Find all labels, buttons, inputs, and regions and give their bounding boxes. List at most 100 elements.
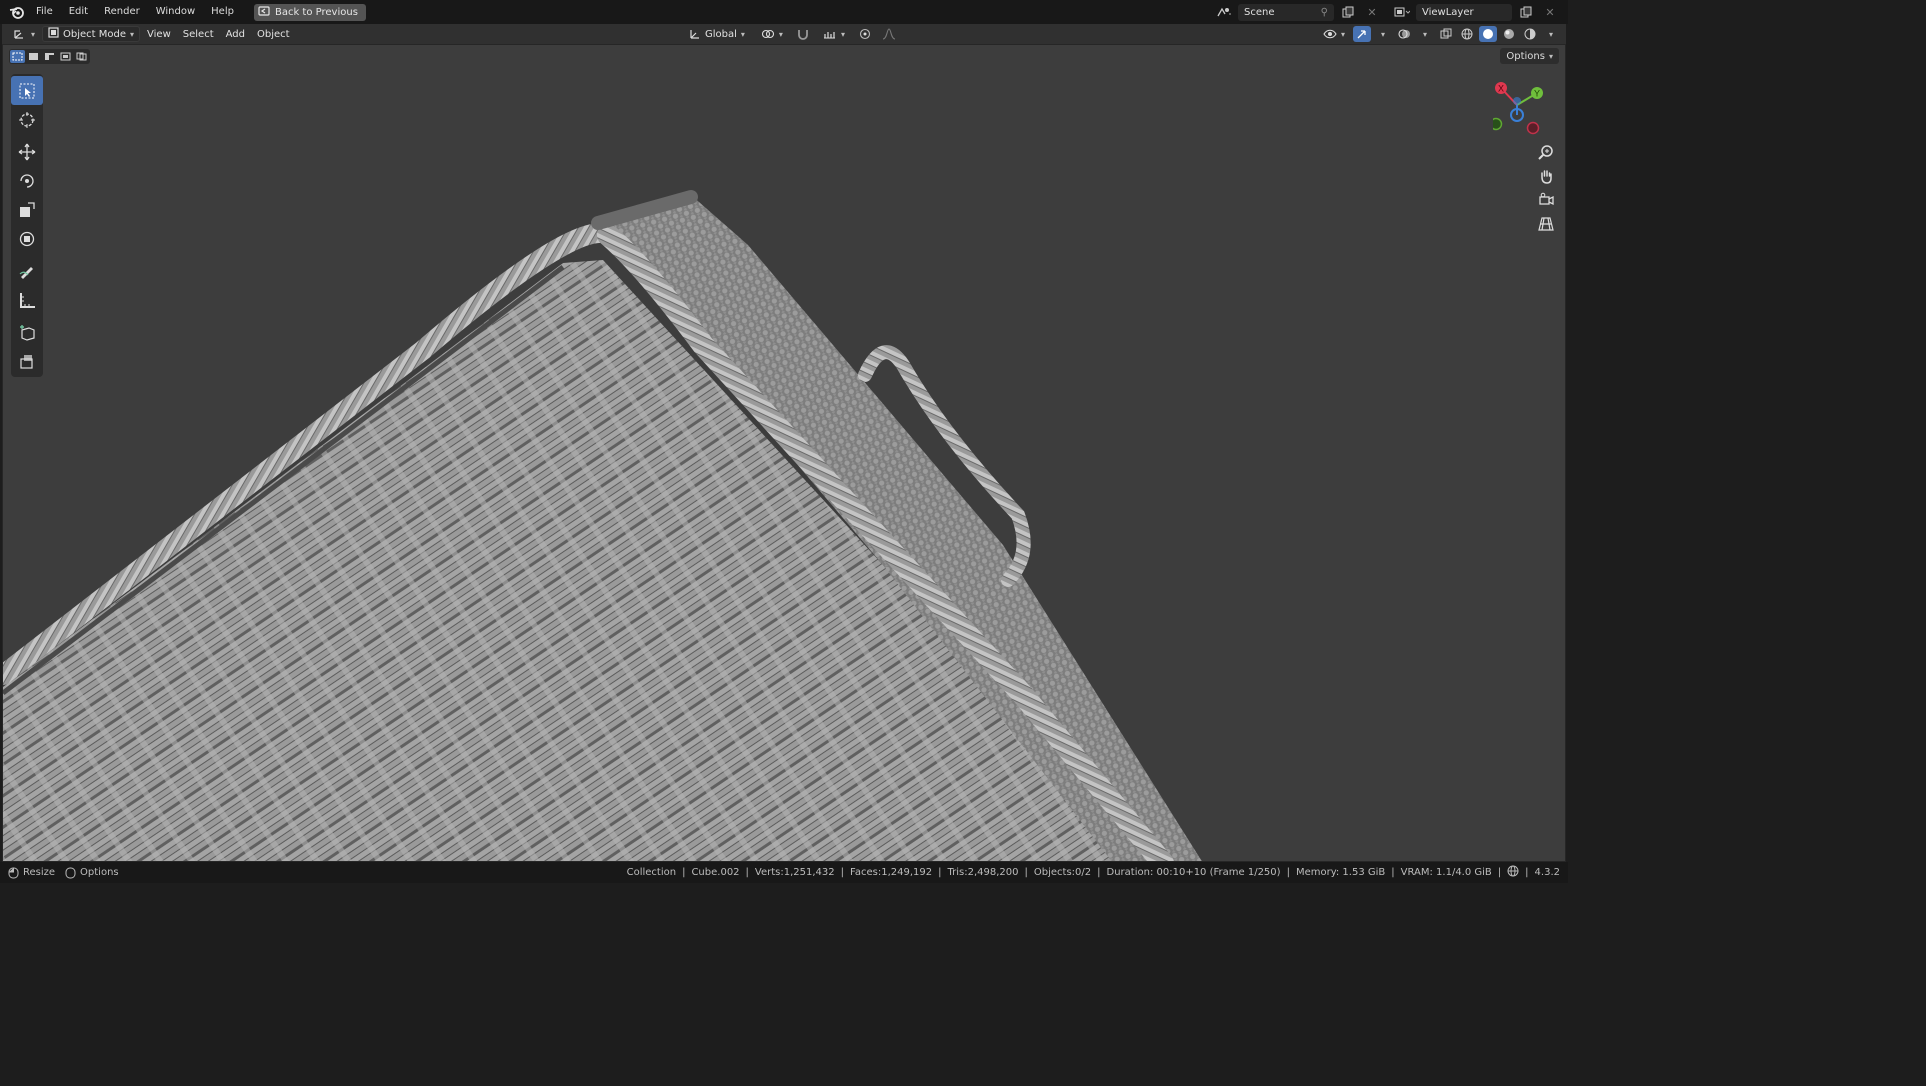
shading-rendered-button[interactable] (1521, 26, 1539, 42)
top-menubar: File Edit Render Window Help Back to Pre… (0, 0, 1568, 24)
transform-orientation-dropdown[interactable]: Global ▾ (684, 26, 750, 42)
stat-version: 4.3.2 (1534, 867, 1560, 878)
rotate-tool[interactable] (11, 166, 43, 195)
pan-button[interactable] (1535, 165, 1557, 187)
shading-material-button[interactable] (1500, 26, 1518, 42)
pin-icon[interactable]: ⚲ (1321, 7, 1328, 18)
camera-view-button[interactable] (1535, 189, 1557, 211)
mouse-right-icon (65, 867, 76, 878)
new-scene-icon[interactable] (1338, 4, 1358, 21)
cursor-icon (19, 111, 35, 128)
shading-dropdown[interactable]: ▾ (1542, 26, 1560, 42)
pivot-point-dropdown[interactable]: ▾ (756, 26, 788, 42)
select-invert-icon[interactable] (58, 50, 73, 63)
navigation-gizmo[interactable]: X Y (1493, 75, 1555, 137)
menu-window[interactable]: Window (148, 0, 203, 24)
blender-logo-icon[interactable] (6, 0, 28, 24)
menu-file[interactable]: File (28, 0, 61, 24)
zoom-button[interactable] (1535, 141, 1557, 163)
3d-viewport-icon (14, 30, 23, 39)
tool-shelf (11, 74, 43, 377)
magnet-icon (798, 30, 808, 40)
chevron-down-icon: ▾ (1422, 29, 1427, 39)
status-resize-hint: Resize (8, 867, 55, 879)
transform-icon (19, 231, 35, 246)
move-tool[interactable] (11, 137, 43, 166)
stat-faces: Faces:1,249,192 (850, 867, 933, 878)
pivot-point-icon (761, 29, 774, 39)
shading-solid-button[interactable] (1479, 26, 1497, 42)
object-mode-dropdown[interactable]: Object Mode ▾ (42, 26, 141, 42)
measure-tool[interactable] (11, 285, 43, 314)
chevron-down-icon: ▾ (840, 29, 845, 39)
select-box-icon (19, 83, 35, 98)
camera-icon (1539, 192, 1554, 206)
menu-render[interactable]: Render (96, 0, 148, 24)
menu-object[interactable]: Object (252, 26, 295, 42)
select-box-tool[interactable] (11, 76, 43, 105)
add-cube-tool[interactable] (11, 317, 43, 346)
editor-type-dropdown[interactable]: ▾ (8, 26, 40, 42)
screen-back-icon (258, 5, 270, 19)
show-gizmo-toggle[interactable] (1353, 26, 1371, 42)
status-options-label: Options (80, 867, 119, 878)
show-overlays-toggle[interactable] (1395, 26, 1413, 42)
menu-help[interactable]: Help (203, 0, 242, 24)
select-intersect-icon[interactable] (74, 50, 89, 63)
annotate-tool[interactable] (11, 256, 43, 285)
menu-add[interactable]: Add (221, 26, 250, 42)
select-extend-icon[interactable] (26, 50, 41, 63)
menu-view[interactable]: View (142, 26, 176, 42)
scene-selector-icon[interactable] (1214, 4, 1234, 21)
select-new-icon[interactable] (10, 50, 25, 63)
stat-verts: Verts:1,251,432 (754, 867, 835, 878)
cursor-tool[interactable] (11, 105, 43, 134)
select-subtract-icon[interactable] (42, 50, 57, 63)
status-resize-label: Resize (23, 867, 56, 878)
3d-viewport[interactable]: Options ▾ X Y (2, 44, 1566, 862)
blender-window: File Edit Render Window Help Back to Pre… (0, 0, 1568, 883)
viewlayer-selector-icon[interactable] (1392, 4, 1412, 21)
wicker-basket-mesh (3, 190, 1202, 861)
perspective-toggle-button[interactable] (1535, 213, 1557, 235)
back-to-previous-button[interactable]: Back to Previous (253, 3, 366, 21)
falloff-curve-icon (882, 28, 896, 40)
viewlayer-field[interactable]: ViewLayer (1416, 3, 1512, 21)
chevron-down-icon: ▾ (1548, 29, 1553, 39)
gizmo-neg-y-axis[interactable] (1493, 117, 1503, 131)
menu-select[interactable]: Select (178, 26, 219, 42)
overlays-dropdown[interactable]: ▾ (1416, 26, 1434, 42)
chevron-down-icon: ▾ (1380, 29, 1385, 39)
xray-toggle[interactable] (1437, 26, 1455, 42)
gizmo-dropdown[interactable]: ▾ (1374, 26, 1392, 42)
object-mode-icon (48, 27, 59, 41)
chevron-down-icon: ▾ (1340, 29, 1345, 39)
stat-objects: Objects:0/2 (1033, 867, 1092, 878)
snap-target-dropdown[interactable]: ▾ (818, 26, 850, 42)
transform-tool[interactable] (11, 224, 43, 253)
scene-field[interactable]: Scene ⚲ (1238, 3, 1334, 21)
scene-statistics: Collection | Cube.002 | Verts:1,251,432 | F… (626, 865, 1560, 878)
new-viewlayer-icon[interactable] (1516, 4, 1536, 21)
scene-name: Scene (1244, 6, 1275, 18)
transform-orientation-label: Global (705, 28, 737, 40)
chevron-down-icon: ▾ (1548, 51, 1553, 61)
snap-increment-icon (823, 32, 835, 39)
extrude-tool[interactable] (11, 346, 43, 375)
gizmo-neg-x-axis[interactable] (1526, 121, 1540, 135)
proportional-edit-icon (859, 28, 871, 40)
chevron-down-icon: ▾ (778, 29, 783, 39)
scale-tool[interactable] (11, 195, 43, 224)
delete-scene-icon[interactable]: ✕ (1362, 4, 1382, 21)
measure-ruler-icon (20, 292, 35, 308)
shading-wireframe-button[interactable] (1458, 26, 1476, 42)
back-to-previous-label: Back to Previous (274, 6, 358, 18)
stat-vram: VRAM: 1.1/4.0 GiB (1400, 867, 1492, 878)
delete-viewlayer-icon[interactable]: ✕ (1540, 4, 1560, 21)
proportional-editing-toggle[interactable] (856, 26, 874, 42)
snap-toggle[interactable] (794, 26, 812, 42)
object-visibility-dropdown[interactable]: ▾ (1318, 26, 1350, 42)
viewport-options-dropdown[interactable]: Options ▾ (1500, 48, 1559, 64)
proportional-falloff-dropdown[interactable] (880, 26, 898, 42)
menu-edit[interactable]: Edit (61, 0, 96, 24)
